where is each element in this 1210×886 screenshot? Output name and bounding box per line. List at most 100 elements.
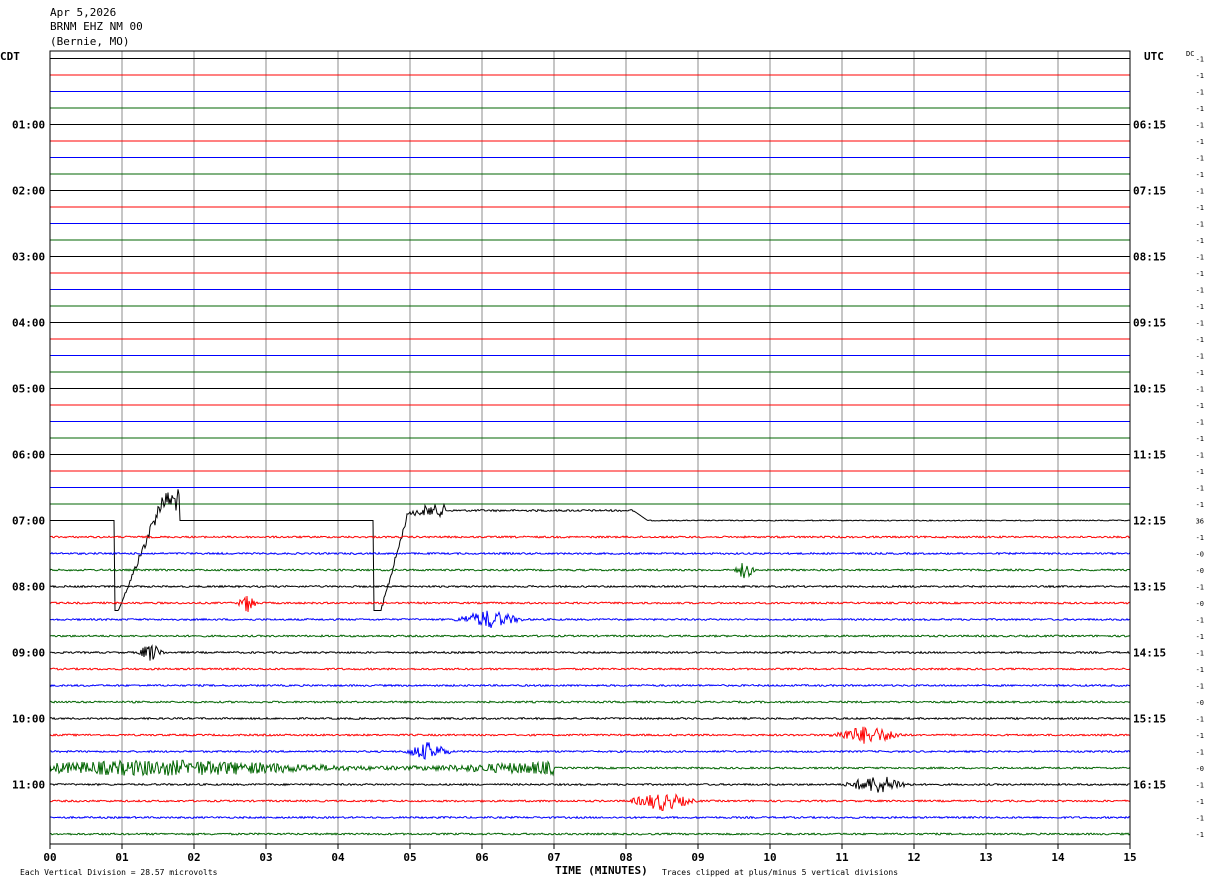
dc-offset-value: -1 <box>1196 452 1204 460</box>
dc-offset-value: -1 <box>1196 138 1204 146</box>
minute-tick-label: 10 <box>763 851 776 864</box>
vertical-division-note: Each Vertical Division = 28.57 microvolt… <box>20 868 218 877</box>
minute-tick-label: 02 <box>187 851 200 864</box>
seismic-trace <box>49 815 1131 820</box>
dc-offset-value: -1 <box>1196 155 1204 163</box>
minute-tick-label: 03 <box>259 851 272 864</box>
minute-tick-label: 04 <box>331 851 345 864</box>
dc-offset-value: -1 <box>1196 171 1204 179</box>
seismic-trace <box>49 667 1131 671</box>
minute-tick-label: 08 <box>619 851 632 864</box>
utc-hour-label: 15:15 <box>1133 713 1166 726</box>
minute-tick-label: 09 <box>691 851 704 864</box>
cdt-hour-label: 06:00 <box>12 449 45 462</box>
right-axis-label: UTC <box>1144 50 1164 63</box>
utc-time-labels: 06:15 07:15 08:15 09:15 10:15 11:15 12:15 13:15… <box>1133 119 1166 792</box>
minute-tick-label: 00 <box>43 851 56 864</box>
cdt-hour-label: 01:00 <box>12 119 45 132</box>
minute-tick-labels: 00 01 02 03 04 05 06 07 08 09 10 11 12 13 14 15 <box>43 844 1137 864</box>
seismogram-plot: Apr 5,2026 BRNM EHZ NM 00 (Bernie, MO) C… <box>0 6 1204 877</box>
minute-tick-label: 07 <box>547 851 560 864</box>
dc-offset-value: -1 <box>1196 353 1204 361</box>
dc-offset-value: -0 <box>1196 600 1204 608</box>
seismic-trace <box>49 793 1131 812</box>
minute-tick-label: 12 <box>907 851 920 864</box>
dc-offset-value: -1 <box>1196 188 1204 196</box>
minute-tick-label: 06 <box>475 851 489 864</box>
dc-offset-value: -1 <box>1196 105 1204 113</box>
utc-hour-label: 14:15 <box>1133 647 1166 660</box>
cdt-hour-label: 05:00 <box>12 383 45 396</box>
plot-date: Apr 5,2026 <box>50 6 116 19</box>
dc-offset-value: -1 <box>1196 650 1204 658</box>
minute-tick-label: 14 <box>1051 851 1065 864</box>
clip-note: Traces clipped at plus/minus 5 vertical … <box>662 868 898 877</box>
dc-offset-value: -1 <box>1196 782 1204 790</box>
x-axis-title: TIME (MINUTES) <box>555 864 648 877</box>
station-location: (Bernie, MO) <box>50 35 129 48</box>
minute-tick-label: 01 <box>115 851 129 864</box>
dc-offset-value: -1 <box>1196 468 1204 476</box>
seismic-trace <box>49 634 1131 638</box>
dc-offset-value: -1 <box>1196 89 1204 97</box>
seismic-trace <box>50 832 1131 836</box>
cdt-hour-label: 02:00 <box>12 185 45 198</box>
utc-hour-label: 10:15 <box>1133 383 1166 396</box>
seismic-trace <box>49 742 1131 760</box>
dc-offset-value: -1 <box>1196 237 1204 245</box>
dc-offset-value: -1 <box>1196 336 1204 344</box>
dc-offset-value: -1 <box>1196 716 1204 724</box>
cdt-time-labels: 01:00 02:00 03:00 04:00 05:00 06:00 07:00 08:00… <box>12 119 45 792</box>
seismic-trace <box>49 726 1131 744</box>
cdt-hour-label: 03:00 <box>12 251 45 264</box>
dc-offset-value: -1 <box>1196 56 1204 64</box>
dc-offset-value: -0 <box>1196 699 1204 707</box>
dc-offset-value: -0 <box>1196 551 1204 559</box>
seismic-trace <box>49 610 1130 629</box>
dc-offset-value: -1 <box>1196 683 1204 691</box>
seismic-trace <box>49 644 1131 661</box>
dc-offset-value: -1 <box>1196 303 1204 311</box>
dc-offset-labels: -1 -1 -1 -1 -1 -1 -1 -1 -1 -1 -1 -1 -1 -1 -1 -1 -1 -1 -1 -1… <box>1196 56 1204 840</box>
utc-hour-label: 16:15 <box>1133 779 1166 792</box>
dc-offset-value: -1 <box>1196 798 1204 806</box>
seismic-trace <box>49 759 1131 777</box>
utc-hour-label: 13:15 <box>1133 581 1166 594</box>
utc-hour-label: 11:15 <box>1133 449 1166 462</box>
seismic-trace <box>49 595 1131 612</box>
dc-offset-value: -1 <box>1196 254 1204 262</box>
dc-label: DC <box>1186 50 1194 58</box>
dc-offset-value: -1 <box>1196 72 1204 80</box>
dc-offset-value: -1 <box>1196 617 1204 625</box>
dc-offset-value: -0 <box>1196 765 1204 773</box>
dc-offset-value: -1 <box>1196 402 1204 410</box>
minute-tick-label: 13 <box>979 851 992 864</box>
dc-offset-value: -1 <box>1196 270 1204 278</box>
left-axis-label: CDT <box>0 50 20 63</box>
seismic-trace <box>49 563 1131 579</box>
dc-offset-value: -1 <box>1196 204 1204 212</box>
plot-frame <box>49 50 1131 845</box>
dc-offset-value: -1 <box>1196 534 1204 542</box>
dc-offset-value: 36 <box>1196 518 1204 526</box>
utc-hour-label: 06:15 <box>1133 119 1166 132</box>
seismic-trace <box>49 716 1131 721</box>
dc-offset-value: -1 <box>1196 666 1204 674</box>
cdt-hour-label: 11:00 <box>12 779 45 792</box>
dc-offset-value: -1 <box>1196 221 1204 229</box>
helicorder-traces <box>49 58 1131 836</box>
dc-offset-value: -1 <box>1196 501 1204 509</box>
minute-tick-label: 11 <box>835 851 849 864</box>
dc-offset-value: -1 <box>1196 122 1204 130</box>
dc-offset-value: -1 <box>1196 732 1204 740</box>
cdt-hour-label: 09:00 <box>12 647 45 660</box>
seismic-trace <box>50 489 1131 611</box>
minute-tick-label: 05 <box>403 851 416 864</box>
dc-offset-value: -0 <box>1196 567 1204 575</box>
cdt-hour-label: 10:00 <box>12 713 45 726</box>
station-code: BRNM EHZ NM 00 <box>50 20 143 33</box>
dc-offset-value: -1 <box>1196 584 1204 592</box>
utc-hour-label: 09:15 <box>1133 317 1166 330</box>
seismic-trace <box>49 535 1131 539</box>
dc-offset-value: -1 <box>1196 419 1204 427</box>
